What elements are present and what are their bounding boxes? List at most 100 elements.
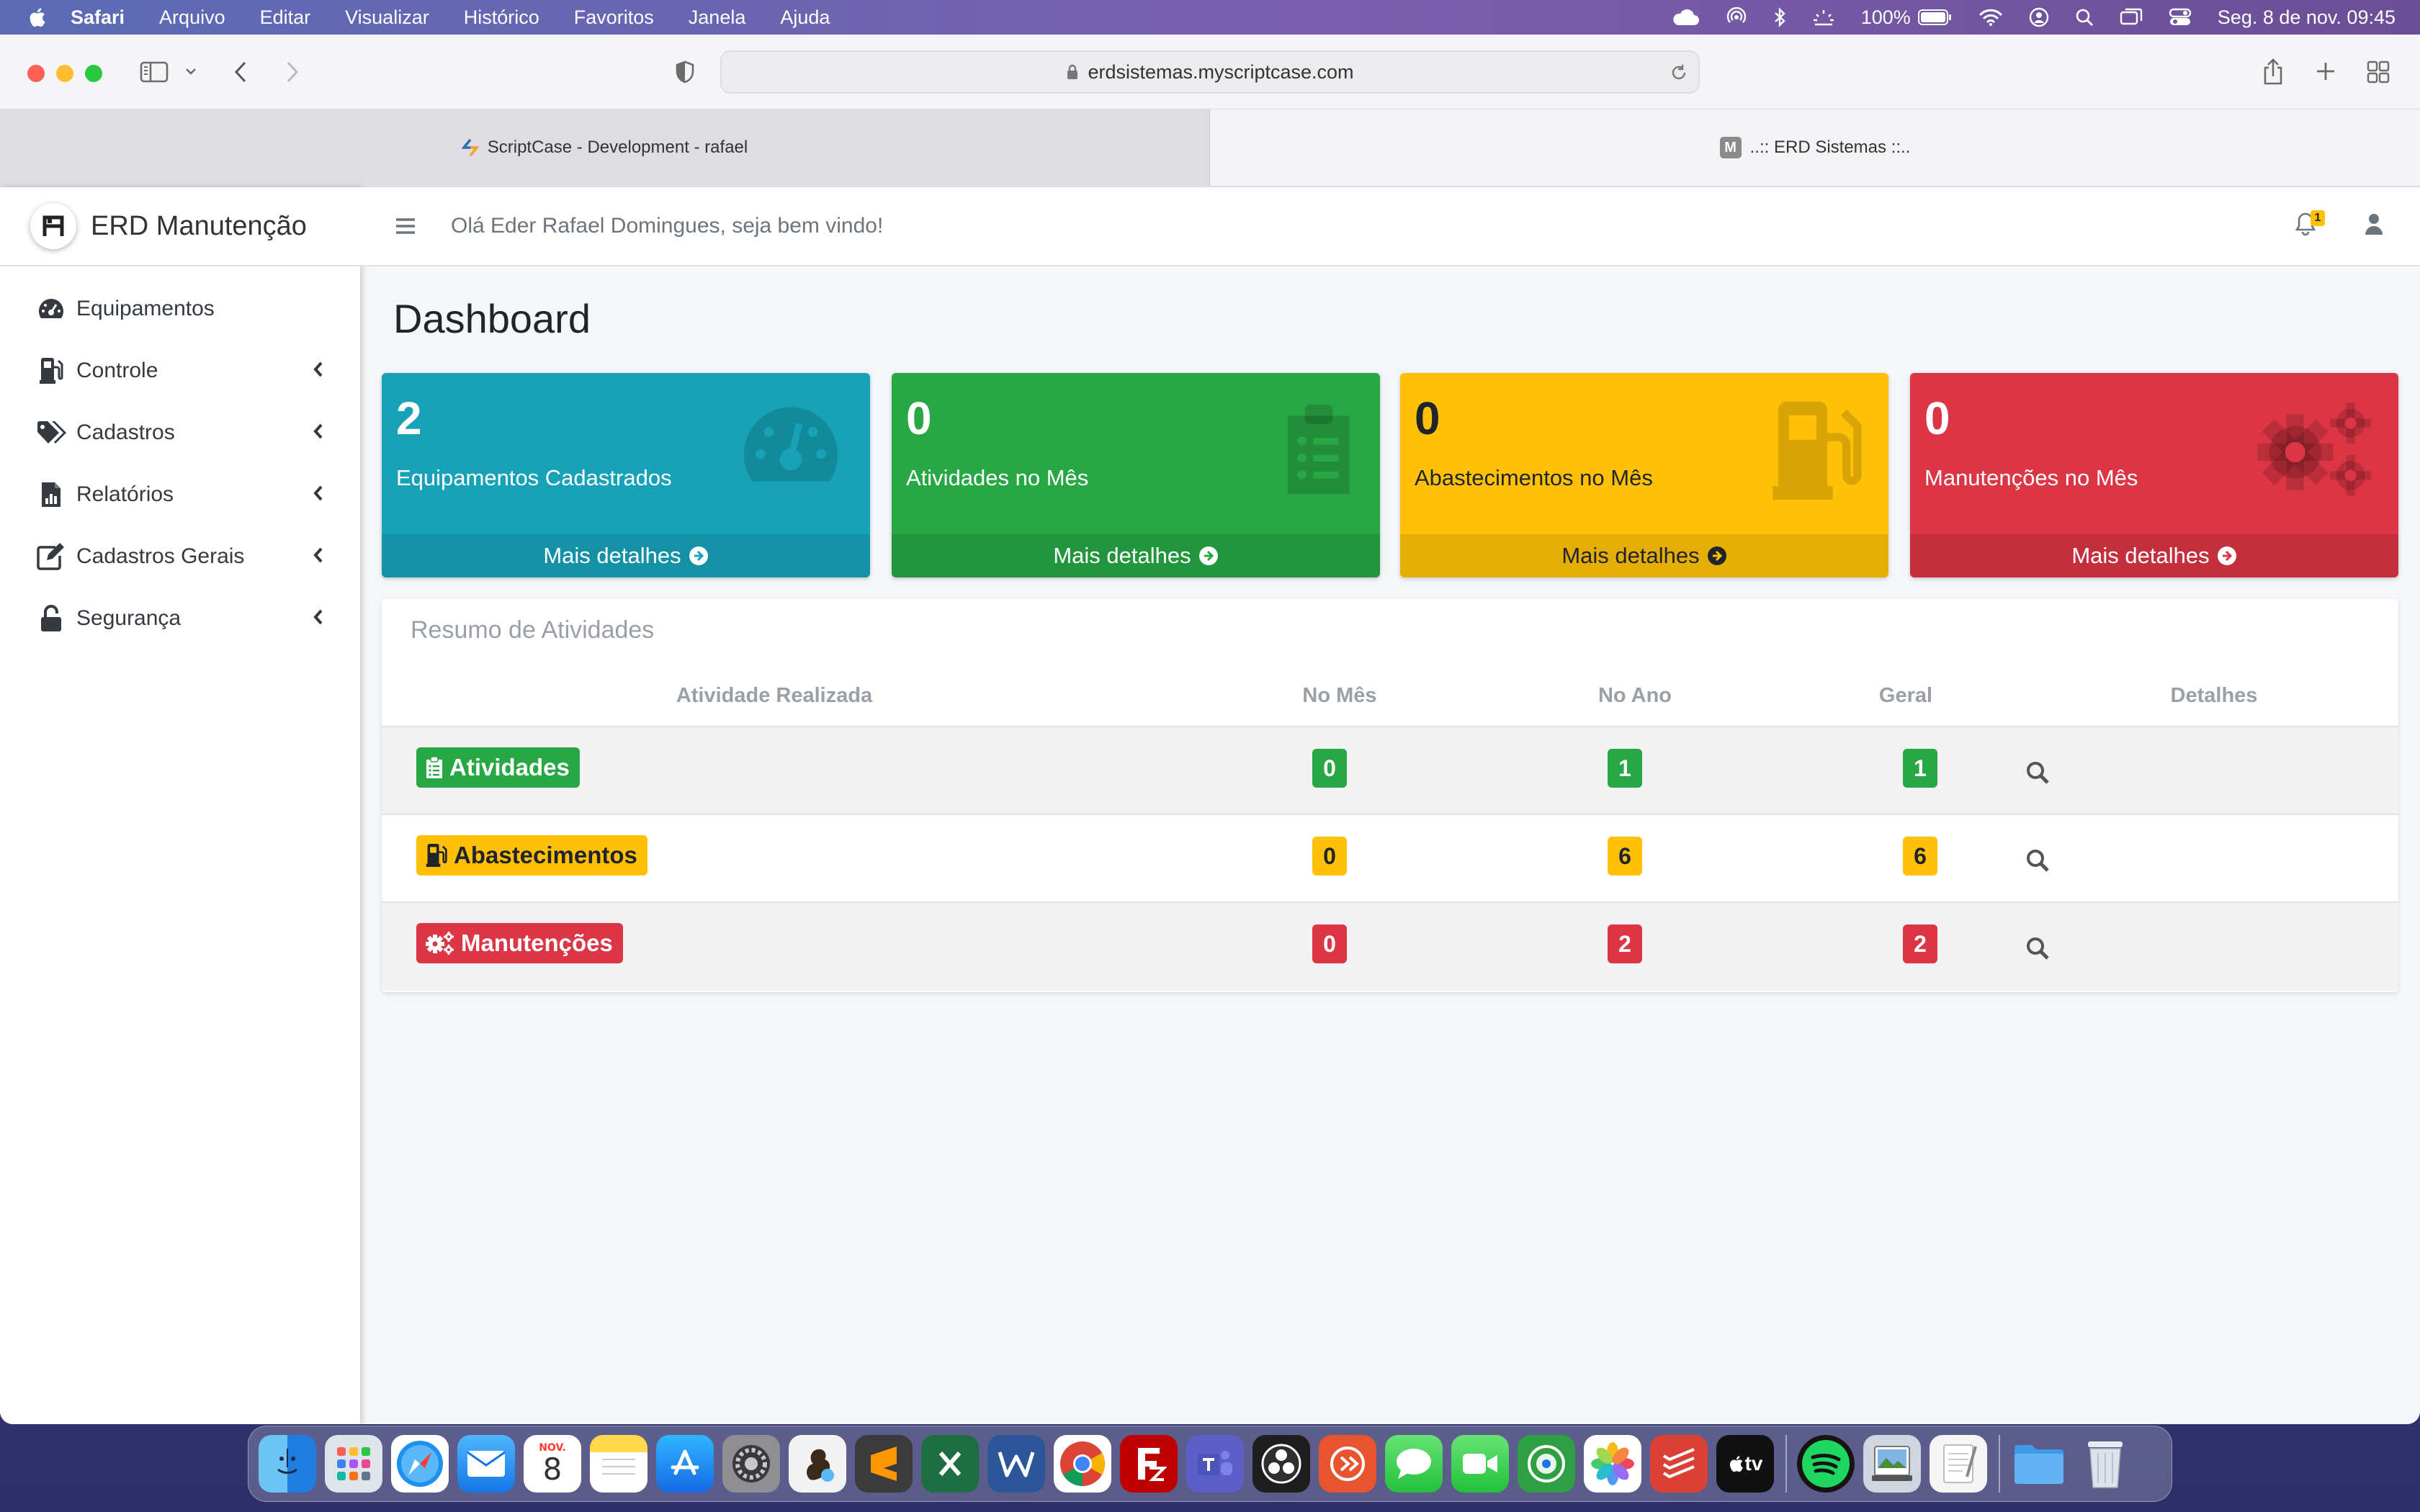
main-content: Dashboard 2 Equipamentos Cadastrados Mai… (382, 281, 2398, 992)
sidebar-item-relatorios[interactable]: Relatórios (0, 464, 360, 526)
menu-arquivo[interactable]: Arquivo (159, 6, 225, 29)
teams-icon[interactable] (1186, 1435, 1244, 1493)
apple-icon[interactable] (27, 6, 46, 28)
icloud-icon[interactable] (1671, 8, 1700, 27)
folder-icon[interactable] (2010, 1435, 2068, 1493)
dock-separator (1785, 1435, 1787, 1493)
menu-visualizar[interactable]: Visualizar (345, 6, 429, 29)
safari-icon[interactable] (391, 1435, 449, 1493)
calendar-icon[interactable]: NOV. 8 (524, 1435, 581, 1493)
sidebar-item-controle[interactable]: Controle (0, 340, 360, 402)
spotify-icon[interactable] (1797, 1435, 1855, 1493)
textedit-icon[interactable] (1930, 1435, 1987, 1493)
chevron-down-icon[interactable] (184, 66, 197, 76)
box-more-details-link[interactable]: Mais detalhes (1910, 534, 2398, 577)
facetime-icon[interactable] (1451, 1435, 1509, 1493)
menu-favoritos[interactable]: Favoritos (574, 6, 654, 29)
spotlight-icon[interactable] (2075, 8, 2094, 27)
control-center-icon[interactable] (2169, 8, 2192, 27)
brand-link[interactable]: ERD Manutenção (0, 187, 360, 266)
brand-logo-icon (30, 203, 76, 249)
count-year-badge: 2 (1608, 924, 1642, 963)
sidebar-item-cadastros-gerais[interactable]: Cadastros Gerais (0, 526, 360, 588)
card-title: Resumo de Atividades (411, 616, 655, 644)
dock: NOV. 8 tv (248, 1426, 2172, 1502)
tachometer-icon (733, 399, 848, 492)
table-row: Manutenções 0 2 2 (382, 901, 2398, 991)
welcome-text: Olá Eder Rafael Domingues, seja bem vind… (451, 214, 884, 238)
user-circle-icon[interactable] (2029, 7, 2049, 27)
filezilla-icon[interactable] (1120, 1435, 1178, 1493)
menu-ajuda[interactable]: Ajuda (780, 6, 830, 29)
search-details-icon[interactable] (2025, 936, 2050, 960)
zoom-window-button[interactable] (85, 65, 102, 82)
hamburger-menu-icon[interactable] (395, 217, 416, 235)
system-preferences-icon[interactable] (722, 1435, 780, 1493)
back-icon[interactable] (232, 59, 251, 85)
search-details-icon[interactable] (2025, 848, 2050, 873)
url-bar[interactable]: erdsistemas.myscriptcase.com (720, 50, 1700, 94)
mail-icon[interactable] (457, 1435, 515, 1493)
chrome-icon[interactable] (1054, 1435, 1111, 1493)
privacy-shield-icon[interactable] (674, 60, 696, 84)
tab-scriptcase[interactable]: ScriptCase - Development - rafael (0, 109, 1210, 186)
messages-icon[interactable] (1385, 1435, 1443, 1493)
notes-icon[interactable] (590, 1435, 647, 1493)
forward-icon[interactable] (282, 59, 301, 85)
brightness-icon[interactable] (1812, 7, 1835, 27)
finder-icon[interactable] (259, 1435, 316, 1493)
count-total-badge: 6 (1903, 837, 1937, 876)
photos-icon[interactable] (1584, 1435, 1641, 1493)
trash-icon[interactable] (2076, 1435, 2134, 1493)
box-more-details-link[interactable]: Mais detalhes (892, 534, 1380, 577)
tags-icon (36, 418, 66, 448)
obs-icon[interactable] (1252, 1435, 1310, 1493)
battery-icon[interactable] (1917, 9, 1953, 26)
menu-safari[interactable]: Safari (71, 6, 125, 29)
find-my-icon[interactable] (1518, 1435, 1575, 1493)
menu-historico[interactable]: Histórico (464, 6, 539, 29)
sublime-text-icon[interactable] (855, 1435, 913, 1493)
menu-editar[interactable]: Editar (260, 6, 311, 29)
reload-icon[interactable] (1670, 63, 1688, 82)
minimize-window-button[interactable] (56, 65, 73, 82)
tab-overview-icon[interactable] (2367, 60, 2390, 84)
share-icon[interactable] (2262, 58, 2285, 86)
close-window-button[interactable] (27, 65, 45, 82)
excel-icon[interactable] (921, 1435, 979, 1493)
new-tab-icon[interactable] (2315, 60, 2336, 82)
activity-badge: Atividades (416, 747, 580, 788)
clock-datetime[interactable]: Seg. 8 de nov. 09:45 (2218, 6, 2396, 29)
sidebar-item-label: Relatórios (76, 482, 174, 506)
bluetooth-icon[interactable] (1773, 7, 1786, 27)
wifi-icon[interactable] (1978, 8, 2003, 27)
box-more-details-link[interactable]: Mais detalhes (1400, 534, 1888, 577)
todoist-icon[interactable] (1650, 1435, 1708, 1493)
gas-pump-icon (426, 844, 447, 867)
activity-name: Atividades (449, 754, 570, 780)
apple-tv-icon[interactable]: tv (1716, 1435, 1774, 1493)
squirrel-app-icon[interactable] (789, 1435, 846, 1493)
screen-mirroring-icon[interactable] (2120, 8, 2143, 27)
sidebar-item-label: Segurança (76, 606, 182, 630)
word-icon[interactable] (987, 1435, 1045, 1493)
tab-erd-sistemas[interactable]: M ..:: ERD Sistemas ::.. (1210, 109, 2420, 186)
sidebar-item-equipamentos[interactable]: Equipamentos (0, 278, 360, 340)
menu-janela[interactable]: Janela (689, 6, 746, 29)
box-abastecimentos: 0 Abastecimentos no Mês Mais detalhes (1400, 373, 1888, 577)
sidebar-item-seguranca[interactable]: Segurança (0, 588, 360, 649)
chevron-left-icon (313, 484, 324, 503)
box-value: 0 (1415, 392, 1440, 444)
sidebar-item-cadastros[interactable]: Cadastros (0, 402, 360, 464)
box-more-details-link[interactable]: Mais detalhes (382, 534, 870, 577)
sidebar-toggle-icon[interactable] (140, 60, 169, 84)
column-header-geral: Geral (1878, 684, 1933, 707)
app-store-icon[interactable] (656, 1435, 714, 1493)
launchpad-icon[interactable] (325, 1435, 382, 1493)
arrow-circle-right-icon (689, 546, 708, 565)
airdrop-icon[interactable] (1726, 6, 1747, 28)
user-menu-icon[interactable] (2364, 212, 2384, 236)
search-details-icon[interactable] (2025, 760, 2050, 785)
remote-desktop-icon[interactable] (1319, 1435, 1376, 1493)
preview-icon[interactable] (1863, 1435, 1921, 1493)
